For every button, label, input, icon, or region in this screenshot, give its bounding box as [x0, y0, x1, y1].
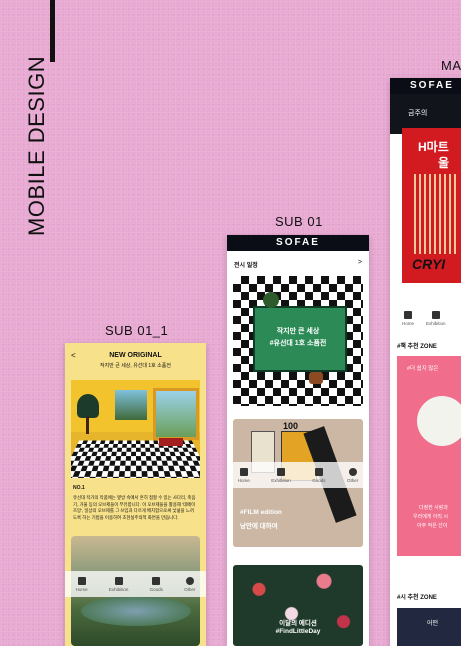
home-icon — [404, 310, 412, 319]
poem-zone-heading: #시 추천 ZONE — [397, 595, 437, 601]
bottom-nav: Home Exhibition Goods Other — [65, 571, 206, 597]
hero-book-card[interactable]: H마트 울 CRYI — [402, 128, 461, 283]
film-box-label: 100 — [283, 421, 299, 431]
hero-title-2: 울 — [438, 156, 450, 170]
nav-other[interactable]: Other — [184, 576, 195, 592]
goods-icon — [314, 467, 323, 476]
card1-subtitle: #유선대 1호 소품전 — [269, 340, 327, 347]
hero-bottom-text: CRYI — [412, 256, 446, 272]
book-card-pink[interactable]: #더 쉽지 않은 다정한 사랑과 우리에게 아직 시 아주 작은 선이 — [397, 356, 461, 556]
nav-exhibition[interactable]: Exhibition — [271, 467, 291, 483]
page-heading: NEW ORIGINAL — [109, 352, 162, 359]
phone-sub01: SOFAE 전시 일정 > 작지만 큰 세상 #유선대 1호 소품전 100 #… — [227, 235, 369, 646]
home-icon — [77, 576, 86, 585]
card1-title: 작지만 큰 세상 — [276, 328, 320, 335]
label-main: MA — [441, 58, 461, 73]
label-sub01-1: SUB 01_1 — [105, 323, 169, 338]
nav-home[interactable]: Home — [76, 576, 88, 592]
label-sub01: SUB 01 — [275, 214, 323, 229]
more-icon — [185, 576, 194, 585]
chevron-right-icon[interactable]: > — [358, 259, 362, 266]
nav-home[interactable]: Home — [402, 310, 414, 326]
exhibition-card-flowers[interactable]: 이달의 에디션 #FindLittleDay — [233, 565, 363, 646]
hero-title-1: H마트 — [418, 140, 449, 154]
poem-card-dark[interactable]: 어떤 — [397, 608, 461, 646]
section-title: MOBILE DESIGN — [24, 55, 49, 236]
goods-icon — [152, 576, 161, 585]
film-subtitle: 낭만에 대하여 — [240, 523, 278, 530]
pink-line-2: 우리에게 아직 시 — [413, 514, 448, 520]
artwork-image — [71, 380, 200, 478]
brand-logo: SOFAE — [227, 235, 369, 251]
nav-other[interactable]: Other — [347, 467, 358, 483]
card3-title: 이달의 에디션 — [279, 620, 317, 627]
pink-card-title: #더 쉽지 않은 — [407, 366, 439, 372]
book-zone-heading: #책 추천 ZONE — [397, 344, 437, 350]
bottom-nav: Home Exhibition Goods Other — [227, 462, 369, 488]
brand-logo: SOFAE — [390, 78, 461, 94]
card3-tag: #FindLittleDay — [275, 628, 321, 635]
title-rule — [50, 0, 55, 62]
nav-goods[interactable]: Goods — [312, 467, 326, 483]
item-number: NO.1 — [73, 485, 85, 491]
exhibition-icon — [431, 310, 440, 319]
phone-main: SOFAE 금주의 H마트 울 CRYI Home Exhibition #책 … — [390, 78, 461, 646]
pink-line-3: 아주 작은 선이 — [417, 523, 448, 529]
bottom-nav: Home Exhibition — [390, 306, 461, 330]
dark-card-text: 어떤 — [427, 621, 439, 627]
page-subheading: 작지만 큰 세상, 유선대 1호 소품전 — [100, 363, 171, 369]
phone-sub01-1: < NEW ORIGINAL 작지만 큰 세상, 유선대 1호 소품전 NO.1… — [65, 343, 206, 646]
nav-exhibition[interactable]: Exhibition — [109, 576, 128, 592]
exhibition-card-1[interactable]: 작지만 큰 세상 #유선대 1호 소품전 — [233, 276, 363, 406]
nav-home[interactable]: Home — [238, 467, 250, 483]
nav-exhibition[interactable]: Exhibition — [426, 310, 446, 326]
nav-goods[interactable]: Goods — [150, 576, 163, 592]
exhibition-icon — [114, 576, 123, 585]
item-description: 유선대 작가의 작품에는 옆방 속에서 흔히 접할 수 있는 사다리, 축음기,… — [73, 495, 196, 520]
exhibition-icon — [276, 467, 285, 476]
pink-line-1: 다정한 사랑과 — [419, 505, 448, 511]
home-icon — [239, 467, 248, 476]
schedule-heading: 전시 일정 — [234, 263, 258, 269]
banner-text: 금주의 — [408, 110, 428, 117]
film-title: #FILM edition — [240, 509, 282, 516]
more-icon — [348, 467, 357, 476]
